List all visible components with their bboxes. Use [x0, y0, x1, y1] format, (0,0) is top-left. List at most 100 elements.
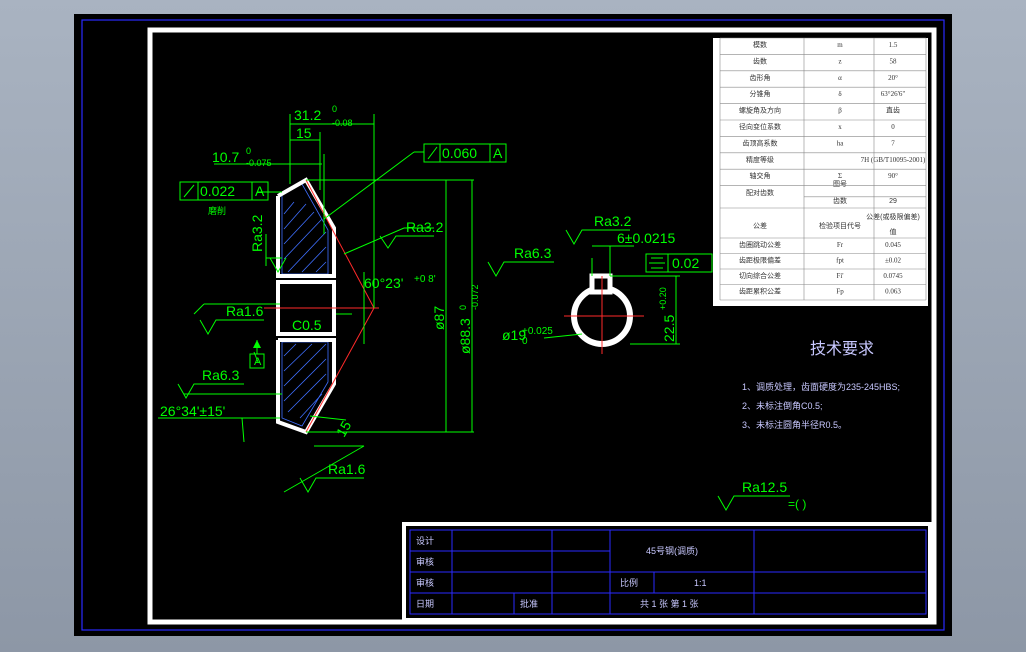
- param-row-5-col-1: x: [838, 123, 842, 131]
- note-1: 1、调质处理，齿面硬度为235-245HBS;: [742, 381, 900, 392]
- svg-text:检验项目代号: 检验项目代号: [819, 221, 861, 230]
- tol-row-0-col-0: 齿圈跳动公差: [739, 240, 781, 249]
- param-row-6-col-0: 齿顶高系数: [743, 138, 778, 147]
- svg-text:0: 0: [332, 104, 337, 114]
- tb-row-1: 设计: [416, 535, 434, 546]
- svg-text:值: 值: [890, 227, 897, 236]
- param-row-1-col-2: 58: [890, 57, 898, 65]
- svg-text:0: 0: [522, 336, 528, 347]
- tol-row-2-col-2: 0.0745: [883, 272, 903, 280]
- svg-text:Ra1.6: Ra1.6: [328, 461, 366, 477]
- svg-text:0.060: 0.060: [442, 145, 477, 161]
- param-row-5-col-2: 0: [891, 123, 895, 131]
- tb-mid: 批准: [520, 598, 538, 609]
- svg-text:22.5: 22.5: [661, 315, 677, 342]
- drawing-frame: 31.2 0 -0.08 15 10.7 0 -0.075 0.022 A 磨削…: [74, 14, 952, 636]
- svg-text:Ra3.2: Ra3.2: [406, 219, 444, 235]
- technical-requirements: 技术要求 1、调质处理，齿面硬度为235-245HBS; 2、未标注倒角C0.5…: [742, 340, 900, 430]
- param-row-8-col-0: 轴交角: [750, 171, 771, 180]
- upper-hatch-outline: [281, 183, 329, 275]
- mate-value: 29: [889, 198, 897, 205]
- svg-text:0: 0: [458, 305, 468, 310]
- dim-31-2: 31.2: [294, 107, 321, 123]
- param-row-5-col-0: 径向变位系数: [739, 122, 781, 131]
- tol-row-2-col-1: Fi': [836, 272, 843, 280]
- cad-drawing: 31.2 0 -0.08 15 10.7 0 -0.075 0.022 A 磨削…: [81, 19, 945, 631]
- tb-row-2: 审核: [416, 556, 434, 567]
- upper-outline: [276, 177, 336, 278]
- param-row-2-col-0: 齿形角: [750, 73, 771, 82]
- svg-text:磨削: 磨削: [208, 205, 226, 216]
- svg-text:ø88.3: ø88.3: [457, 318, 473, 354]
- note-3: 3、未标注圆角半径R0.5。: [742, 419, 847, 430]
- svg-text:6±0.0215: 6±0.0215: [617, 230, 676, 246]
- svg-text:ø87: ø87: [431, 306, 447, 330]
- param-row-1-col-1: z: [838, 57, 841, 65]
- param-row-8-col-1: Σ: [838, 172, 842, 180]
- svg-text:+0.20: +0.20: [658, 287, 668, 310]
- mate-sub2: 齿数: [833, 196, 847, 205]
- svg-text:26°34'±15': 26°34'±15': [160, 403, 225, 419]
- param-row-0-col-1: m: [837, 41, 843, 49]
- note-2: 2、未标注倒角C0.5;: [742, 400, 823, 411]
- param-row-0-col-2: 1.5: [889, 41, 898, 49]
- tol-row-1-col-0: 齿距极限偏差: [739, 256, 781, 265]
- svg-text:-0.075: -0.075: [246, 158, 272, 168]
- tb-material: 45号钢(调质): [646, 545, 698, 556]
- tb-scale-label: 比例: [620, 577, 638, 588]
- param-row-7-col-2: 7H (GB/T10095-2001): [861, 156, 926, 164]
- svg-text:-0.072: -0.072: [470, 284, 480, 310]
- mate-label: 配对齿数: [746, 188, 774, 197]
- flatness-icon: [183, 184, 195, 198]
- svg-text:Ra3.2: Ra3.2: [249, 214, 265, 252]
- svg-text:Ra3.2: Ra3.2: [594, 213, 632, 229]
- tol-row-3-col-2: 0.063: [885, 288, 901, 296]
- svg-text:Ra12.5: Ra12.5: [742, 479, 787, 495]
- keyway: [589, 273, 613, 295]
- gear-parameter-table: 模数 m 1.5齿数 z 58齿形角 α 20°分锥角 δ 63°26'6"螺旋角及方向 β 直齿径…: [713, 37, 928, 306]
- param-row-6-col-2: 7: [891, 139, 895, 147]
- svg-text:60°23': 60°23': [364, 275, 403, 291]
- tol-row-0-col-2: 0.045: [885, 241, 901, 249]
- dimension-lines: [158, 114, 474, 493]
- param-row-4-col-2: 直齿: [886, 106, 900, 115]
- param-row-0-col-0: 模数: [753, 40, 767, 49]
- svg-text:-0.08: -0.08: [332, 118, 353, 128]
- notes-title: 技术要求: [810, 340, 874, 358]
- svg-text:0.022: 0.022: [200, 183, 235, 199]
- svg-text:Ra6.3: Ra6.3: [514, 245, 552, 261]
- param-row-4-col-1: β: [838, 107, 842, 115]
- param-row-2-col-1: α: [838, 74, 842, 82]
- tol-row-3-col-0: 齿距累积公差: [739, 287, 781, 296]
- param-row-8-col-2: 90°: [888, 172, 898, 180]
- svg-text:Ra6.3: Ra6.3: [202, 367, 240, 383]
- param-row-4-col-0: 螺旋角及方向: [739, 106, 781, 115]
- param-row-2-col-2: 20°: [888, 74, 898, 82]
- dimension-text: 31.2 0 -0.08 15 10.7 0 -0.075 0.022 A 磨削…: [160, 104, 699, 419]
- svg-text:15: 15: [333, 418, 355, 440]
- svg-text:+0 8': +0 8': [414, 274, 436, 285]
- param-row-3-col-2: 63°26'6": [881, 90, 906, 98]
- svg-text:C0.5: C0.5: [292, 317, 322, 333]
- svg-text:A: A: [254, 356, 262, 368]
- tb-row-4: 日期: [416, 599, 434, 609]
- param-row-1-col-0: 齿数: [753, 56, 767, 65]
- tol-row-3-col-1: Fp: [836, 288, 844, 296]
- upper-hatch-lines: [283, 201, 327, 273]
- tol-row-1-col-2: ±0.02: [885, 257, 902, 265]
- tb-row-3: 审核: [416, 577, 434, 588]
- param-row-6-col-1: ha: [837, 139, 845, 147]
- svg-text:Ra1.6: Ra1.6: [226, 303, 264, 319]
- svg-text:10.7: 10.7: [212, 149, 239, 165]
- svg-text:A: A: [493, 145, 503, 161]
- tb-scale: 1:1: [694, 578, 707, 588]
- param-row-7-col-0: 精度等级: [746, 155, 774, 164]
- svg-text:15: 15: [296, 125, 312, 141]
- lower-hatch-outline: [281, 341, 329, 427]
- svg-text:公差: 公差: [753, 221, 767, 230]
- tol-row-0-col-1: Fr: [837, 241, 844, 249]
- tol-row-2-col-0: 切向综合公差: [739, 271, 781, 280]
- flatness-icon: [427, 146, 438, 160]
- svg-text:=( ): =( ): [788, 497, 806, 511]
- param-row-3-col-0: 分锥角: [750, 89, 771, 98]
